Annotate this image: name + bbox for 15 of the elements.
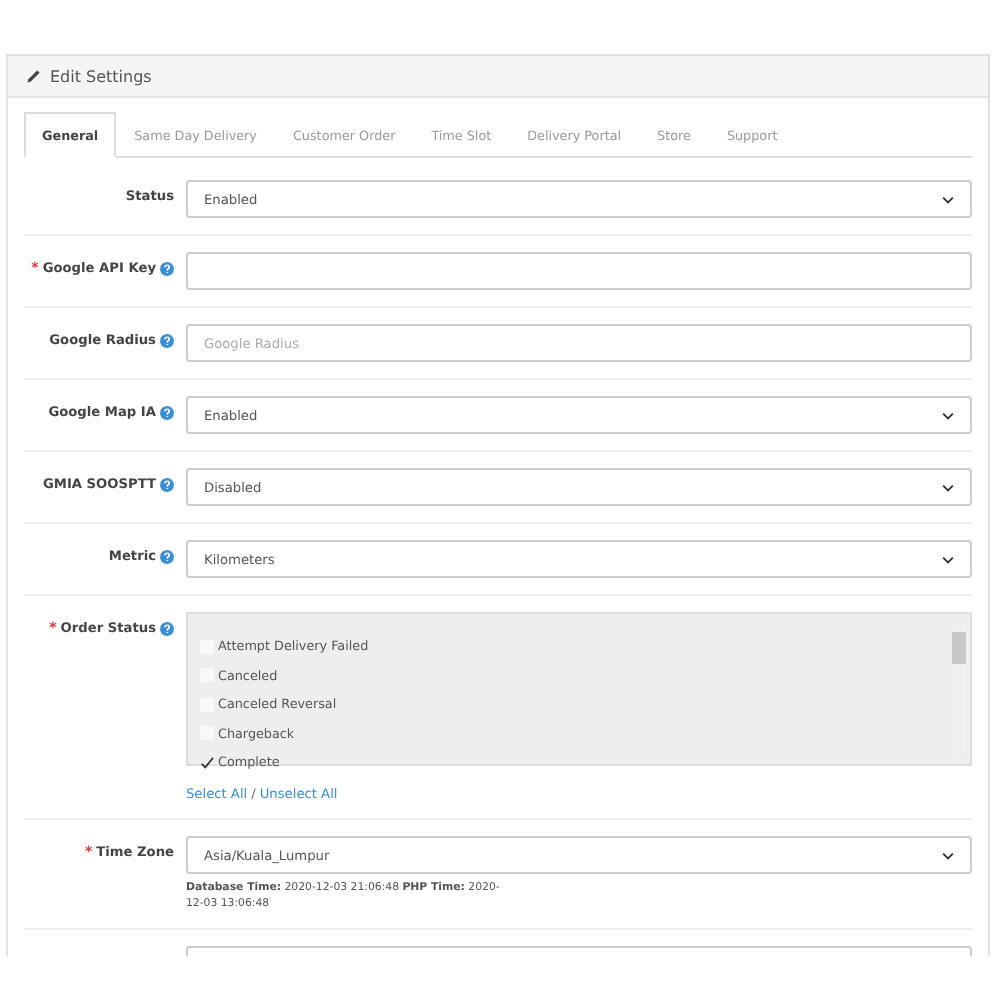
help-icon[interactable] — [160, 334, 174, 348]
help-icon[interactable] — [160, 550, 174, 564]
chevron-icon — [942, 851, 954, 859]
pencil-icon — [26, 68, 42, 84]
checkbox[interactable] — [200, 755, 214, 770]
help-icon[interactable] — [160, 622, 174, 636]
chevron-icon — [942, 555, 954, 563]
help-icon[interactable] — [160, 478, 174, 492]
chevron-icon — [942, 483, 954, 491]
panel-title: Edit Settings — [50, 67, 152, 85]
chevron-icon — [942, 195, 954, 203]
help-icon[interactable] — [160, 262, 174, 276]
input-field[interactable] — [186, 252, 972, 290]
chevron-icon — [942, 411, 954, 419]
help-icon[interactable] — [160, 406, 174, 420]
